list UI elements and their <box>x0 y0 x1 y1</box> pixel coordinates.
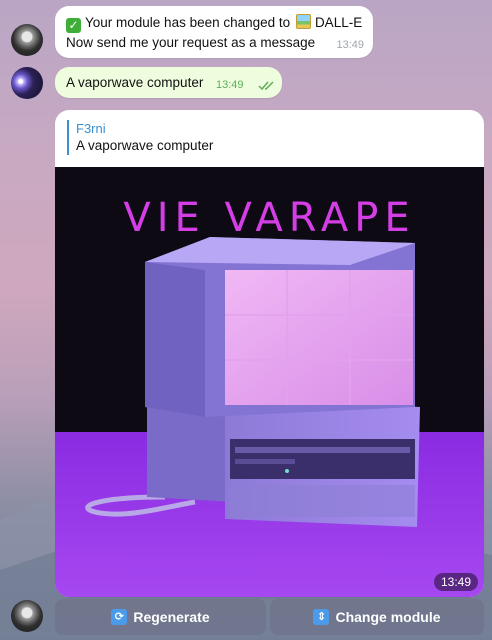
message-time: 13:49 <box>216 79 244 91</box>
framed-picture-icon <box>295 14 311 29</box>
regenerate-label: Regenerate <box>133 609 210 625</box>
message-time: 13:49 <box>336 39 364 51</box>
reply-text: A vaporwave computer <box>76 138 214 153</box>
user-message-text: A vaporwave computer <box>66 75 204 90</box>
user-avatar[interactable] <box>11 67 43 99</box>
module-changed-text: Your module has been changed to <box>85 15 291 30</box>
counterclockwise-arrows-icon: ⟳ <box>111 609 128 625</box>
send-request-text: Now send me your request as a message <box>66 35 316 50</box>
bot-avatar[interactable] <box>11 24 43 56</box>
reply-author: F3rni <box>76 121 106 136</box>
user-message: A vaporwave computer 13:49 <box>55 67 282 98</box>
change-module-label: Change module <box>335 609 441 625</box>
check-mark-button-icon: ✓ <box>66 18 81 33</box>
bot-image-message: F3rni A vaporwave computer VIE VARAPE 13… <box>55 110 484 597</box>
up-down-arrow-icon: ⇕ <box>313 609 330 625</box>
regenerate-button[interactable]: ⟳ Regenerate <box>55 599 266 635</box>
change-module-button[interactable]: ⇕ Change module <box>270 599 484 635</box>
image-time: 13:49 <box>433 573 478 591</box>
generated-image[interactable]: VIE VARAPE 13:49 <box>55 167 484 597</box>
bot-message-module-changed: ✓ Your module has been changed to DALL-E … <box>55 6 373 58</box>
reply-quote[interactable]: F3rni A vaporwave computer <box>67 120 213 155</box>
bot-avatar[interactable] <box>11 600 43 632</box>
image-title-text: VIE VARAPE <box>123 195 416 241</box>
module-name: DALL-E <box>314 15 363 30</box>
double-check-read-icon <box>258 81 274 91</box>
